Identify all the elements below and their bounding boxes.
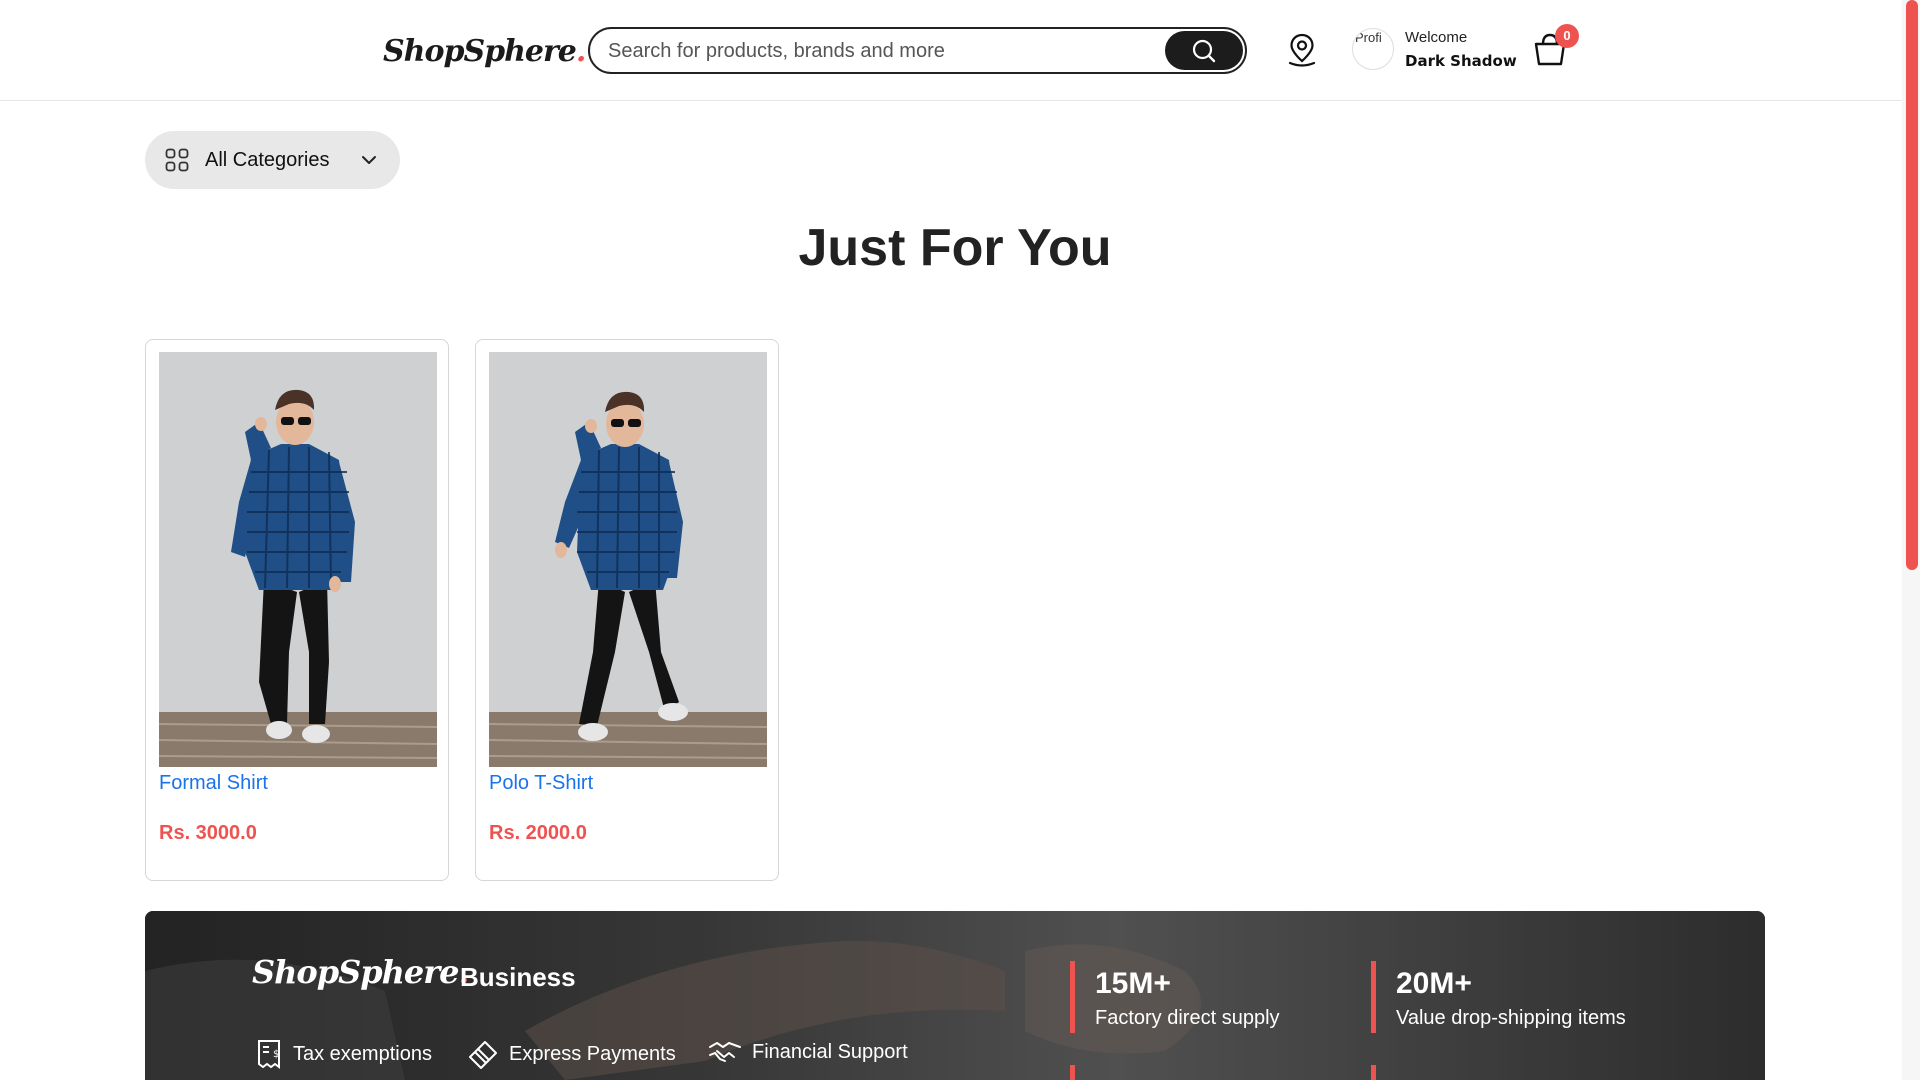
section-title: Just For You (798, 219, 1112, 277)
logo-text: ShopSphere (383, 34, 577, 69)
search-input[interactable] (608, 36, 1168, 66)
feature-express-payments: Express Payments (467, 1039, 676, 1069)
product-image[interactable] (159, 352, 437, 767)
feature-tax-exemptions: $ Tax exemptions (255, 1039, 432, 1069)
feature-label: Tax exemptions (293, 1042, 432, 1065)
product-name[interactable]: Formal Shirt (159, 772, 268, 795)
all-categories-dropdown[interactable]: All Categories (145, 131, 400, 189)
logo-dot: . (575, 34, 587, 69)
stat-factory-supply: 15M+ Factory direct supply (1070, 961, 1280, 1033)
business-logo: ShopSphere. (252, 953, 470, 991)
logo[interactable]: ShopSphere. (383, 34, 587, 69)
site-header: ShopSphere. Profi Welcome Dark Shadow 0 (0, 0, 1902, 101)
avatar-alt-text: Profi (1355, 30, 1382, 45)
card-icon (469, 1041, 497, 1069)
business-label: Business (460, 962, 576, 992)
chevron-down-icon (362, 156, 376, 164)
search-bar (588, 27, 1247, 74)
stat-text: Value drop-shipping items (1396, 1007, 1626, 1029)
feature-label: Financial Support (752, 1040, 908, 1063)
receipt-icon: $ (258, 1040, 280, 1069)
product-price: Rs. 3000.0 (159, 822, 257, 844)
username[interactable]: Dark Shadow (1405, 52, 1517, 70)
location-icon[interactable] (1286, 32, 1318, 68)
svg-text:$: $ (273, 1049, 279, 1060)
feature-financial-support: Financial Support (708, 1039, 908, 1065)
business-logo-text: ShopSphere (252, 953, 459, 991)
product-card[interactable]: Formal Shirt Rs. 3000.0 (145, 339, 449, 881)
search-button[interactable] (1165, 31, 1243, 70)
product-card[interactable]: Polo T-Shirt Rs. 2000.0 (475, 339, 779, 881)
avatar[interactable]: Profi (1352, 28, 1394, 70)
scrollbar-thumb[interactable] (1906, 0, 1918, 570)
business-banner[interactable]: ShopSphere. Business $ Tax exemptions Ex… (145, 911, 1765, 1080)
categories-label: All Categories (205, 148, 330, 171)
cart-count-badge: 0 (1555, 24, 1579, 48)
feature-label: Express Payments (509, 1042, 676, 1065)
stat-divider (1070, 1065, 1075, 1080)
scrollbar-track[interactable] (1902, 0, 1920, 1080)
product-image[interactable] (489, 352, 767, 767)
stat-number: 15M+ (1095, 967, 1171, 1000)
stat-drop-shipping: 20M+ Value drop-shipping items (1371, 961, 1626, 1033)
product-price: Rs. 2000.0 (489, 822, 587, 844)
product-name[interactable]: Polo T-Shirt (489, 772, 593, 795)
stat-divider (1371, 1065, 1376, 1080)
handshake-icon (709, 1042, 741, 1062)
welcome-text: Welcome (1405, 29, 1468, 46)
stat-text: Factory direct supply (1095, 1007, 1280, 1029)
grid-icon (165, 148, 189, 172)
search-icon (1192, 39, 1216, 62)
stat-number: 20M+ (1396, 967, 1472, 1000)
